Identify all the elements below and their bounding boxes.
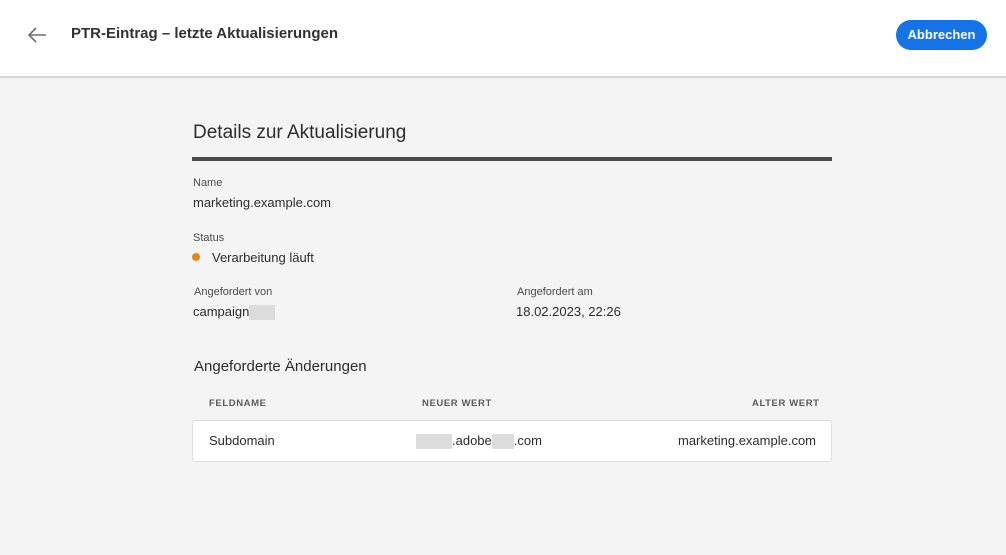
table-row: Subdomain .adobe .com marketing.example.c… — [192, 420, 832, 462]
requested-at-value: 18.02.2023, 22:26 — [516, 304, 621, 319]
old-value-cell: marketing.example.com — [678, 433, 816, 448]
column-header-new-value: NEUER WERT — [422, 398, 492, 409]
new-value-end: .com — [513, 433, 542, 448]
redacted-block — [249, 305, 276, 321]
name-value: marketing.example.com — [193, 195, 331, 210]
requested-at-label: Angefordert am — [517, 286, 593, 298]
new-value-cell: .adobe .com — [416, 433, 542, 450]
new-value-middle: .adobe — [452, 433, 492, 448]
changes-section-title: Angeforderte Änderungen — [194, 358, 367, 375]
column-header-old-value: ALTER WERT — [752, 398, 820, 409]
requested-by-label: Angefordert von — [194, 286, 273, 298]
column-header-field: FELDNAME — [209, 398, 267, 409]
field-name-cell: Subdomain — [209, 433, 275, 448]
status-value: Verarbeitung läuft — [212, 250, 314, 265]
redacted-block — [416, 434, 452, 450]
requested-by-value: campaign — [193, 304, 276, 321]
section-divider — [192, 157, 832, 161]
top-bar: PTR-Eintrag – letzte Aktualisierungen Ab… — [0, 0, 1006, 78]
redacted-block — [491, 434, 514, 450]
details-section-title: Details zur Aktualisierung — [193, 122, 407, 143]
cancel-button[interactable]: Abbrechen — [896, 20, 987, 50]
status-indicator-dot — [192, 253, 200, 261]
status-label: Status — [193, 232, 225, 244]
requested-by-text: campaign — [193, 304, 250, 319]
name-label: Name — [193, 177, 223, 189]
page-title: PTR-Eintrag – letzte Aktualisierungen — [71, 25, 338, 42]
back-arrow-icon[interactable] — [24, 23, 52, 47]
